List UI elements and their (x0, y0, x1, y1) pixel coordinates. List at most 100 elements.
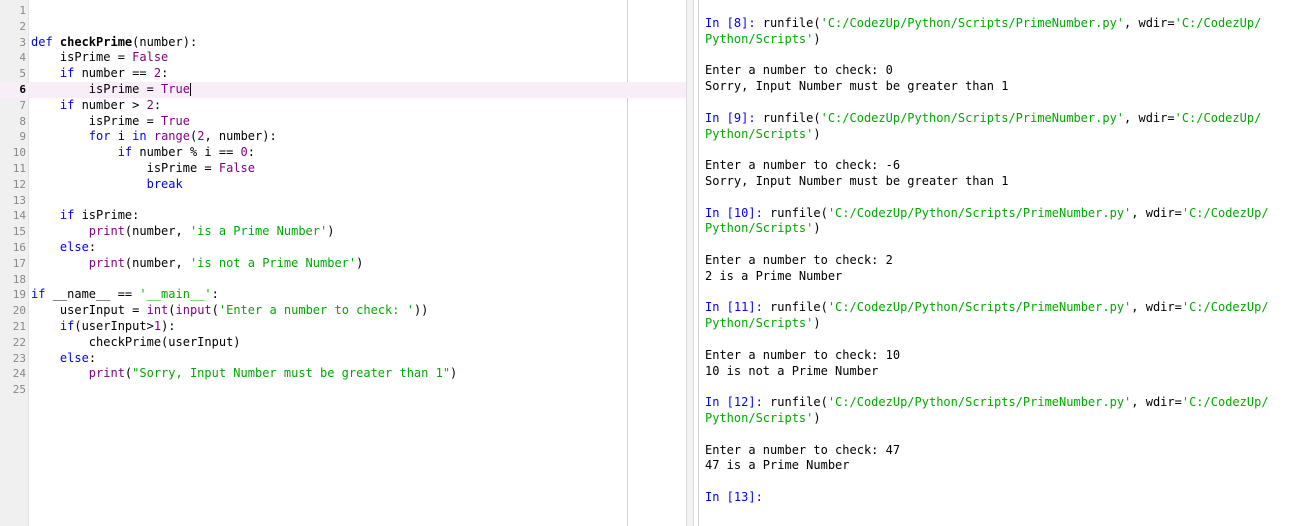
code-token: (number, (124, 255, 190, 270)
code-text: isPrime = False (31, 161, 255, 177)
code-line[interactable]: 9 for i in range(2, number): (0, 129, 627, 145)
code-token: if (59, 66, 75, 81)
code-line[interactable]: 10 if number % i == 0: (0, 145, 627, 161)
code-token: input (175, 303, 212, 318)
console-output: In [8]: runfile('C:/CodezUp/Python/Scrip… (705, 16, 1299, 506)
console-text: , wdir= (1131, 300, 1182, 315)
code-area[interactable]: 1 2 3 def checkPrime(number): 4 isPrime = Fa… (0, 3, 686, 398)
console-line: 2 is a Prime Number (705, 269, 1299, 285)
console-line: Enter a number to check: 10 (705, 348, 1299, 364)
console-line: Enter a number to check: 0 (705, 63, 1299, 79)
code-line[interactable]: 21 if(userInput>1): (0, 319, 627, 335)
console-line: In [12]: runfile('C:/CodezUp/Python/Scri… (705, 395, 1299, 411)
code-line[interactable]: 18 (0, 272, 627, 288)
line-number: 10 (12, 146, 26, 160)
code-token: (userInput> (74, 318, 154, 333)
code-line[interactable]: 2 (0, 19, 627, 35)
code-line[interactable]: 3 def checkPrime(number): (0, 35, 627, 51)
code-token: number > (74, 97, 147, 112)
code-token: 'is not a Prime Number' (189, 255, 357, 270)
console-text: Sorry, Input Number must be greater than… (705, 173, 1009, 188)
code-line[interactable]: 7 if number > 2: (0, 98, 627, 114)
console-line: In [9]: runfile('C:/CodezUp/Python/Scrip… (705, 111, 1299, 127)
console-text: ) (813, 31, 821, 46)
code-text: print("Sorry, Input Number must be great… (31, 366, 457, 382)
line-number: 2 (19, 19, 26, 33)
console-line: Python/Scripts') (705, 32, 1299, 48)
console-text: , wdir= (1124, 110, 1175, 125)
code-token: else (59, 239, 89, 254)
code-token: 2 (153, 66, 162, 81)
console-text: Sorry, Input Number must be greater than… (705, 79, 1009, 94)
console-line: Enter a number to check: 2 (705, 253, 1299, 269)
code-token: if (117, 145, 133, 160)
code-line[interactable]: 20 userInput = int(input('Enter a number… (0, 303, 627, 319)
code-line[interactable]: 13 (0, 193, 627, 209)
console-text: 10 is not a Prime Number (705, 363, 879, 378)
code-line[interactable]: 16 else: (0, 240, 627, 256)
code-line[interactable]: 15 print(number, 'is a Prime Number') (0, 224, 627, 240)
code-line[interactable]: 12 break (0, 177, 627, 193)
console-text: runfile( (770, 395, 828, 410)
console-prompt: In [9]: (705, 110, 763, 125)
console-text: ) (813, 221, 821, 236)
console-text: Enter a number to check: 10 (705, 347, 901, 362)
console-text: 'C:/CodezUp/ (1181, 300, 1269, 315)
code-line[interactable]: 1 (0, 3, 627, 19)
pane-splitter[interactable] (686, 0, 694, 526)
code-line[interactable]: 14 if isPrime: (0, 208, 627, 224)
console-text: 'C:/CodezUp/ (1181, 395, 1269, 410)
console-line: In [10]: runfile('C:/CodezUp/Python/Scri… (705, 206, 1299, 222)
line-number: 15 (12, 225, 26, 239)
code-text: def checkPrime(number): (31, 35, 197, 51)
code-text: isPrime = False (31, 50, 168, 66)
code-line[interactable]: 22 checkPrime(userInput) (0, 335, 627, 351)
code-token: True (161, 113, 190, 128)
console-text: , wdir= (1131, 395, 1182, 410)
code-line[interactable]: 5 if number == 2: (0, 66, 627, 82)
code-line[interactable]: 23 else: (0, 351, 627, 367)
code-line[interactable]: 24 print("Sorry, Input Number must be gr… (0, 366, 627, 382)
code-text: for i in range(2, number): (31, 129, 277, 145)
code-token: checkPrime(userInput) (31, 334, 241, 349)
console-text: , wdir= (1131, 205, 1182, 220)
code-token: if (59, 208, 75, 223)
code-token: ( (211, 303, 219, 318)
console-text: ) (813, 410, 821, 425)
code-line[interactable]: 25 (0, 382, 627, 398)
code-line[interactable]: 17 print(number, 'is not a Prime Number'… (0, 256, 627, 272)
line-number: 22 (12, 335, 26, 349)
line-number: 7 (19, 98, 26, 112)
code-text: if number == 2: (31, 66, 168, 82)
code-line[interactable]: 19 if __name__ == '__main__': (0, 287, 627, 303)
code-text: isPrime = True (31, 82, 191, 98)
console-prompt: In [10]: (705, 205, 771, 220)
console-text: 'C:/CodezUp/Python/Scripts/PrimeNumber.p… (827, 300, 1132, 315)
console-line: In [8]: runfile('C:/CodezUp/Python/Scrip… (705, 16, 1299, 32)
code-token: if (59, 97, 75, 112)
code-editor[interactable]: 1 2 3 def checkPrime(number): 4 isPrime = Fa… (0, 0, 686, 526)
code-line[interactable]: 4 isPrime = False (0, 50, 627, 66)
code-token: True (161, 81, 190, 96)
code-token: if (31, 287, 46, 302)
ipython-console[interactable]: In [8]: runfile('C:/CodezUp/Python/Scrip… (698, 0, 1300, 526)
code-line[interactable]: 8 isPrime = True (0, 114, 627, 130)
console-text: , wdir= (1124, 16, 1175, 30)
line-number: 21 (12, 319, 26, 333)
console-text: 'C:/CodezUp/ (1181, 205, 1269, 220)
code-line[interactable]: 6 isPrime = True (0, 81, 686, 98)
console-line: In [11]: runfile('C:/CodezUp/Python/Scri… (705, 300, 1299, 316)
code-token: 0 (240, 145, 248, 160)
code-line[interactable]: 11 isPrime = False (0, 161, 627, 177)
